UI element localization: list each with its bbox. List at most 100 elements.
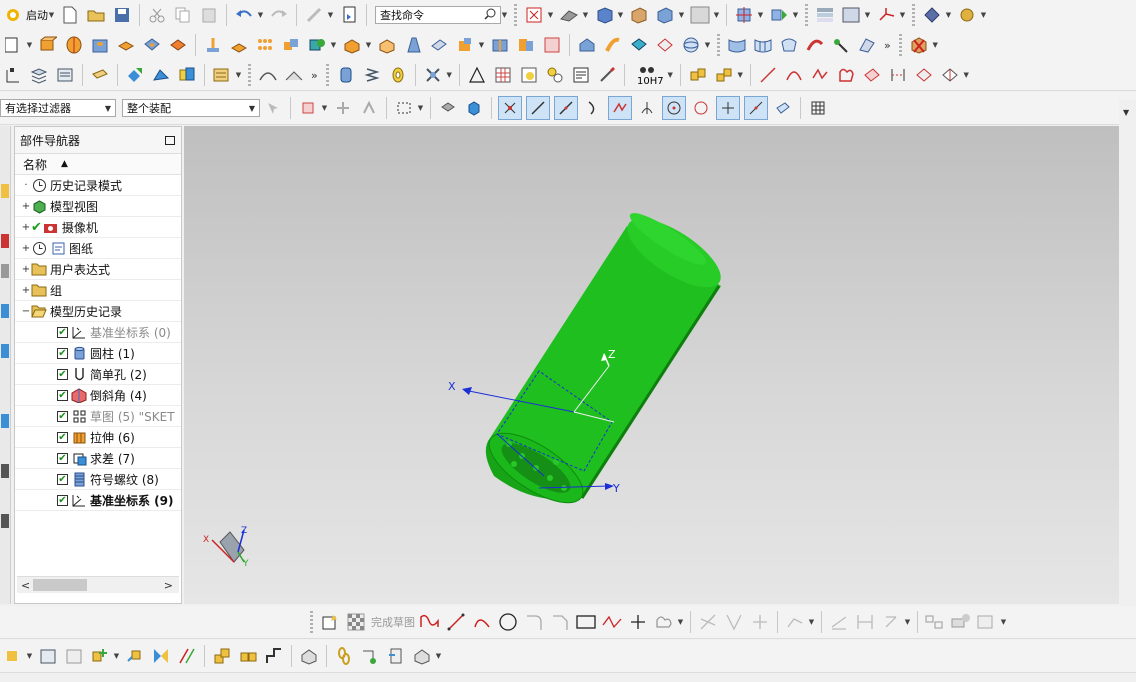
through-curve-mesh-icon[interactable]	[752, 34, 774, 56]
save-icon[interactable]	[111, 4, 133, 26]
sketch-tools-dropdown-icon[interactable]: ▼	[1000, 618, 1007, 626]
expand-icon[interactable]: +	[21, 243, 31, 254]
feature-checkbox[interactable]: ✔	[57, 347, 68, 359]
shaded-view-icon[interactable]	[593, 4, 615, 26]
toolbar-grip[interactable]	[514, 4, 517, 26]
snap-enable-icon[interactable]	[498, 96, 522, 120]
feature-row[interactable]: ✔ 简单孔 (2)	[15, 364, 181, 385]
move-to-layer-icon[interactable]	[840, 4, 862, 26]
cylinder-model[interactable]	[479, 206, 731, 516]
sphere-wire-icon[interactable]	[680, 34, 702, 56]
general-select-icon[interactable]	[297, 97, 319, 119]
resource-tab-constraint-icon[interactable]	[1, 234, 9, 248]
toolbar-grip[interactable]	[248, 64, 251, 86]
add-dropdown-icon[interactable]: ▼	[113, 652, 120, 660]
move-assembly-icon[interactable]	[124, 645, 146, 667]
feature-checkbox[interactable]: ✔	[57, 326, 68, 338]
tools-icon[interactable]	[956, 4, 978, 26]
feature-checkbox[interactable]: ✔	[57, 389, 68, 401]
intersect-curve-icon[interactable]	[939, 64, 961, 86]
resource-tab-assembly-icon[interactable]	[1, 184, 9, 198]
tabular-note-icon[interactable]	[518, 64, 540, 86]
studio-spline-icon[interactable]	[809, 64, 831, 86]
redo-icon[interactable]	[268, 4, 290, 26]
fit-dropdown-icon[interactable]: ▼	[547, 11, 554, 19]
move-component-icon[interactable]	[733, 4, 755, 26]
view-triad[interactable]: X Z Y	[203, 526, 249, 569]
layers-stack-icon[interactable]	[28, 64, 50, 86]
note-icon[interactable]	[89, 64, 111, 86]
feature-row[interactable]: ✔ 基准坐标系 (0)	[15, 322, 181, 343]
toolbar-grip[interactable]	[898, 34, 902, 56]
fit-view-icon[interactable]	[523, 4, 545, 26]
add-component-icon[interactable]	[124, 64, 146, 86]
sketch-circle-icon[interactable]	[497, 611, 519, 633]
clip-section-icon[interactable]	[654, 4, 676, 26]
bearing-icon[interactable]	[387, 64, 409, 86]
sketch-arc-icon[interactable]	[471, 611, 493, 633]
general-select-dropdown-icon[interactable]: ▼	[321, 104, 328, 112]
command-search-input[interactable]: 查找命令	[380, 7, 424, 23]
rectangle-select-icon[interactable]	[393, 97, 415, 119]
chevron-down-icon[interactable]: ▼	[105, 104, 111, 113]
show-hide-icon[interactable]	[921, 4, 943, 26]
bounded-plane-icon[interactable]	[856, 34, 878, 56]
coil-icon[interactable]	[361, 64, 383, 86]
collapse-icon[interactable]: −	[21, 306, 31, 317]
mate-component-icon[interactable]	[150, 64, 172, 86]
table-grid-icon[interactable]	[492, 64, 514, 86]
start-dropdown-icon[interactable]: ▼	[48, 11, 55, 19]
repeat-dropdown-icon[interactable]: ▼	[327, 11, 334, 19]
unite-icon[interactable]	[280, 34, 302, 56]
scroll-left-icon[interactable]: <	[21, 579, 30, 592]
component-filter-icon[interactable]	[358, 97, 380, 119]
sheet-stack-icon[interactable]	[54, 64, 76, 86]
sketch-spline-icon[interactable]	[601, 611, 623, 633]
feature-row[interactable]: ✔ 拉伸 (6)	[15, 427, 181, 448]
model-canvas[interactable]: X Z Y X Z Y	[184, 126, 1119, 604]
shell-dropdown-icon[interactable]: ▼	[330, 41, 337, 49]
edge-blend-icon[interactable]	[341, 34, 363, 56]
delete-dropdown-icon[interactable]: ▼	[932, 41, 939, 49]
arc-tool-icon[interactable]	[783, 64, 805, 86]
styled-sweep-icon[interactable]	[804, 34, 826, 56]
thicken-icon[interactable]	[576, 34, 598, 56]
extrude-icon[interactable]	[37, 34, 59, 56]
select-faces-icon[interactable]	[463, 97, 485, 119]
sequence-icon[interactable]	[237, 645, 259, 667]
link-icon[interactable]	[333, 645, 355, 667]
revolve-icon[interactable]	[63, 34, 85, 56]
resource-tab-reuse-icon[interactable]	[1, 304, 9, 318]
dimension-brush-icon[interactable]	[596, 64, 618, 86]
offset-sketch-curve-icon[interactable]	[784, 611, 806, 633]
feature-row[interactable]: ✔ 圆柱 (1)	[15, 343, 181, 364]
snap-arc-center-icon[interactable]	[636, 97, 658, 119]
envelope-dropdown-icon[interactable]: ▼	[435, 652, 442, 660]
part-family-icon[interactable]	[211, 64, 233, 86]
toolbar-overflow-icon[interactable]: »	[884, 39, 891, 52]
blend-dropdown-icon[interactable]: ▼	[365, 41, 372, 49]
law-extension-icon[interactable]	[830, 34, 852, 56]
horizontal-scrollbar[interactable]: < >	[17, 576, 179, 593]
resource-tab-history-icon[interactable]	[1, 414, 9, 428]
tree-node[interactable]: − 模型历史记录	[15, 301, 181, 322]
feature-row[interactable]: ✔ 符号螺纹 (8)	[15, 469, 181, 490]
geometric-constraint-icon[interactable]	[880, 611, 902, 633]
feature-checkbox[interactable]: ✔	[57, 494, 68, 506]
block-icon[interactable]	[228, 34, 250, 56]
sketch-chamfer-icon[interactable]	[549, 611, 571, 633]
pad-icon[interactable]	[167, 34, 189, 56]
polygon-dropdown-icon[interactable]: ▼	[677, 618, 684, 626]
feature-checkbox[interactable]: ✔	[57, 431, 68, 443]
chevron-down-icon[interactable]: ▼	[249, 104, 255, 113]
maximize-icon[interactable]	[165, 135, 175, 145]
tolerance-dropdown-icon[interactable]: ▼	[667, 71, 674, 79]
assembly-bodies-icon[interactable]	[176, 64, 198, 86]
touch-mode-icon[interactable]	[338, 4, 360, 26]
sketch-plane-icon[interactable]	[2, 34, 24, 56]
n-sided-surface-icon[interactable]	[778, 34, 800, 56]
rectangle-select-dropdown-icon[interactable]: ▼	[417, 104, 424, 112]
feature-checkbox[interactable]: ✔	[57, 452, 68, 464]
snap-on-curve-icon[interactable]	[744, 96, 768, 120]
curve-dropdown-icon[interactable]: ▼	[963, 71, 970, 79]
